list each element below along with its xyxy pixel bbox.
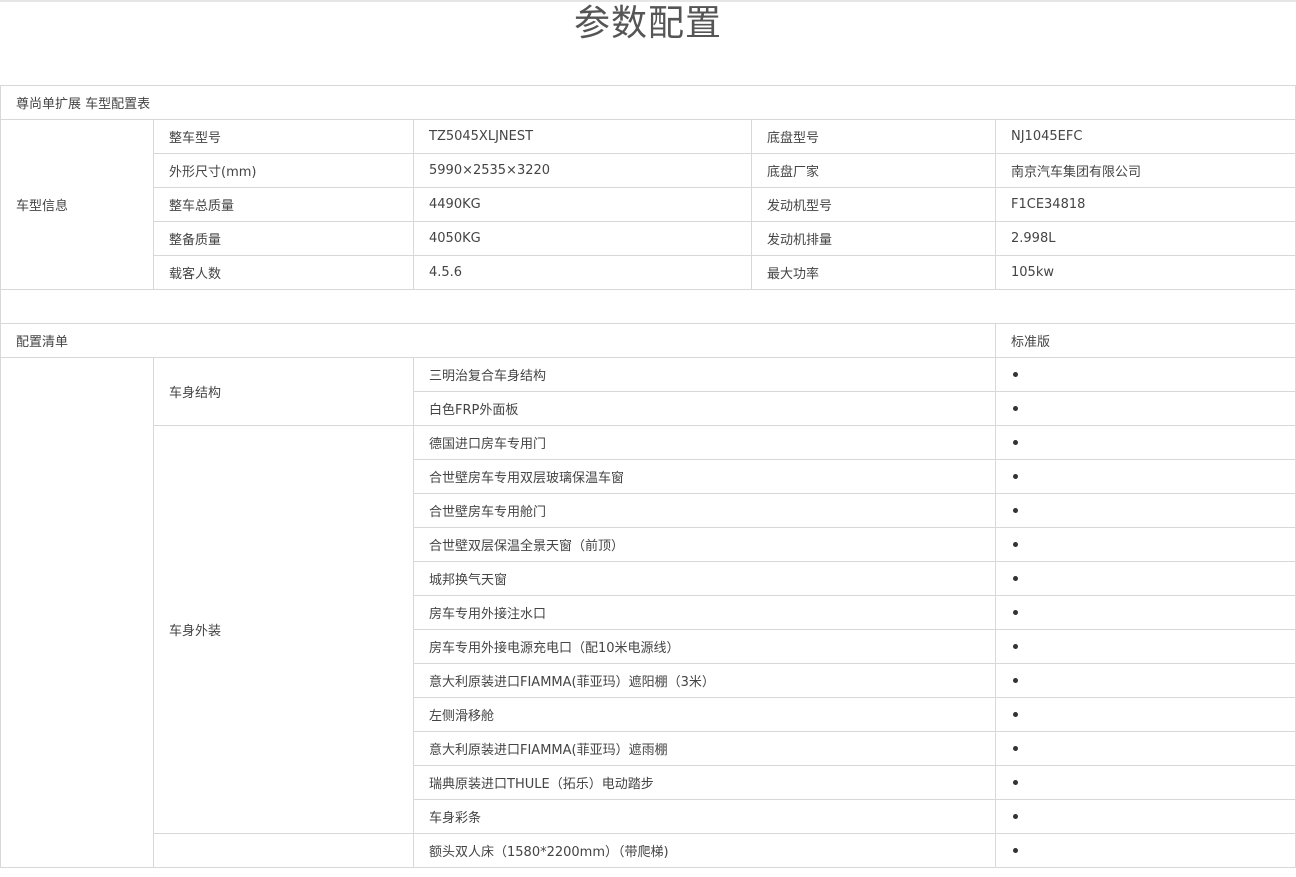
spec-key: 整车型号	[153, 119, 414, 154]
config-item: 合世壁房车专用双层玻璃保温车窗	[413, 459, 996, 494]
included-dot-icon	[1013, 780, 1018, 785]
config-header-row: 配置清单 标准版	[0, 323, 1296, 358]
table-row: 载客人数 4.5.6 最大功率 105kw	[1, 255, 1296, 290]
config-item: 额头双人床（1580*2200mm）（带爬梯)	[413, 833, 996, 868]
table-title-row: 尊尚单扩展 车型配置表	[0, 85, 1296, 120]
spec-value: NJ1045EFC	[994, 119, 1296, 154]
config-item: 房车专用外接注水口	[413, 595, 996, 630]
config-blank-cell	[0, 357, 154, 868]
spec-value: 105kw	[994, 255, 1296, 290]
standard-mark	[994, 663, 1296, 698]
spec-key: 发动机型号	[751, 187, 996, 222]
standard-mark	[994, 799, 1296, 834]
config-item: 德国进口房车专用门	[413, 425, 996, 460]
group-name	[153, 833, 414, 868]
standard-mark	[994, 527, 1296, 562]
table-row: 车身外装 德国进口房车专用门	[1, 425, 1296, 834]
table-row: 额头双人床（1580*2200mm）（带爬梯)	[1, 833, 1296, 868]
spec-value: F1CE34818	[994, 187, 1296, 222]
vehicle-info-label: 车型信息	[0, 119, 154, 290]
spacer-cell	[0, 289, 1296, 324]
spec-key: 载客人数	[153, 255, 414, 290]
standard-mark	[994, 731, 1296, 766]
standard-mark	[994, 595, 1296, 630]
config-item: 白色FRP外面板	[413, 391, 996, 426]
included-dot-icon	[1013, 814, 1018, 819]
included-dot-icon	[1013, 610, 1018, 615]
config-item: 左侧滑移舱	[413, 697, 996, 732]
table-row: 车型信息 整车型号 TZ5045XLJNEST 底盘型号 NJ1045EFC	[0, 119, 1296, 290]
config-table: 尊尚单扩展 车型配置表 车型信息 整车型号 TZ5045XLJNEST 底盘型号…	[0, 85, 1296, 868]
standard-mark	[994, 561, 1296, 596]
config-item: 合世壁房车专用舱门	[413, 493, 996, 528]
table-row: 车身结构 三明治复合车身结构	[0, 357, 1296, 868]
spec-value: 4490KG	[413, 187, 752, 222]
spec-key: 整车总质量	[153, 187, 414, 222]
standard-mark	[994, 425, 1296, 460]
group-name: 车身外装	[153, 425, 414, 834]
included-dot-icon	[1013, 678, 1018, 683]
spec-value: 4.5.6	[413, 255, 752, 290]
spec-key: 外形尺寸(mm)	[153, 153, 414, 188]
standard-mark	[994, 357, 1296, 392]
standard-mark	[994, 765, 1296, 800]
standard-mark	[994, 629, 1296, 664]
spec-key: 发动机排量	[751, 221, 996, 256]
config-item: 意大利原装进口FIAMMA(菲亚玛）遮雨棚	[413, 731, 996, 766]
included-dot-icon	[1013, 508, 1018, 513]
page-title: 参数配置	[573, 3, 722, 44]
config-item: 意大利原装进口FIAMMA(菲亚玛）遮阳棚（3米）	[413, 663, 996, 698]
spec-value: 南京汽车集团有限公司	[994, 153, 1296, 188]
included-dot-icon	[1013, 372, 1018, 377]
table-row: 整备质量 4050KG 发动机排量 2.998L	[1, 221, 1296, 256]
config-label: 配置清单	[0, 323, 996, 358]
config-item: 三明治复合车身结构	[413, 357, 996, 392]
config-item: 瑞典原装进口THULE（拓乐）电动踏步	[413, 765, 996, 800]
included-dot-icon	[1013, 644, 1018, 649]
spec-value: 4050KG	[413, 221, 752, 256]
table-row: 外形尺寸(mm) 5990×2535×3220 底盘厂家 南京汽车集团有限公司	[1, 153, 1296, 188]
spacer-row	[0, 289, 1296, 324]
config-item: 合世壁双层保温全景天窗（前顶）	[413, 527, 996, 562]
spec-value: TZ5045XLJNEST	[413, 119, 752, 154]
spec-key: 底盘厂家	[751, 153, 996, 188]
group-name: 车身结构	[153, 357, 414, 426]
table-row: 整车总质量 4490KG 发动机型号 F1CE34818	[1, 187, 1296, 222]
spec-key: 最大功率	[751, 255, 996, 290]
spec-key: 整备质量	[153, 221, 414, 256]
included-dot-icon	[1013, 542, 1018, 547]
included-dot-icon	[1013, 848, 1018, 853]
table-title: 尊尚单扩展 车型配置表	[0, 85, 1296, 120]
included-dot-icon	[1013, 576, 1018, 581]
included-dot-icon	[1013, 440, 1018, 445]
included-dot-icon	[1013, 474, 1018, 479]
spec-value: 2.998L	[994, 221, 1296, 256]
spec-value: 5990×2535×3220	[413, 153, 752, 188]
included-dot-icon	[1013, 712, 1018, 717]
version-label: 标准版	[994, 323, 1296, 358]
standard-mark	[994, 391, 1296, 426]
config-item: 城邦换气天窗	[413, 561, 996, 596]
standard-mark	[994, 459, 1296, 494]
config-item: 房车专用外接电源充电口（配10米电源线）	[413, 629, 996, 664]
standard-mark	[994, 493, 1296, 528]
standard-mark	[994, 833, 1296, 868]
config-item: 车身彩条	[413, 799, 996, 834]
included-dot-icon	[1013, 746, 1018, 751]
standard-mark	[994, 697, 1296, 732]
spec-key: 底盘型号	[751, 119, 996, 154]
included-dot-icon	[1013, 406, 1018, 411]
